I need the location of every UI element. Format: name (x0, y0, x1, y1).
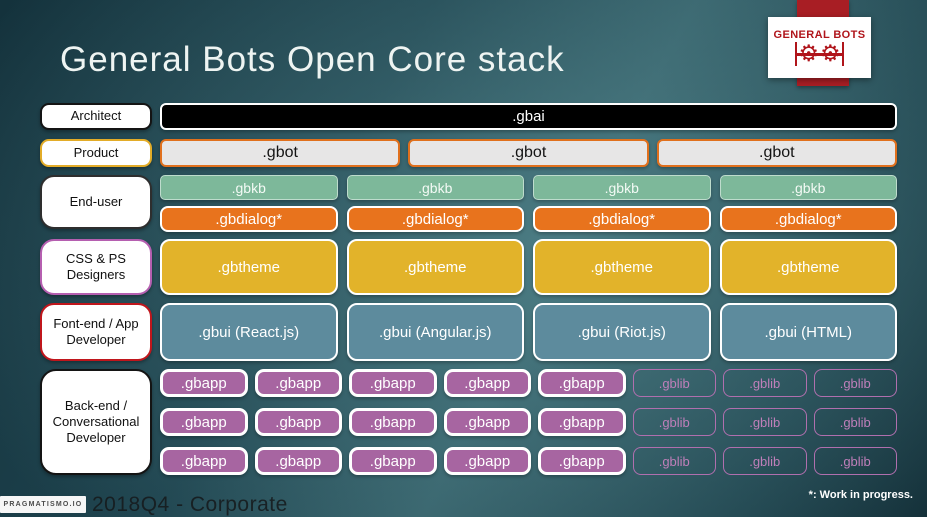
pragmatismo-logo: PRAGMATISMO.IO (0, 496, 86, 513)
stack-box-gbapp: .gbapp (254, 447, 342, 475)
footer-caption: 2018Q4 - Corporate (92, 493, 288, 516)
role-label-front-end: Font-end / App Developer (40, 303, 152, 361)
role-label-css-ps-designers: CSS & PS Designers (40, 239, 152, 295)
stack-box-gbot: .gbot (408, 139, 649, 167)
stack-row-gbapp-1: .gbapp .gbapp .gbapp .gbapp .gbapp .gblib .gbl… (160, 369, 897, 397)
role-label-product: Product (40, 139, 152, 167)
stack-box-gblib: .gblib (632, 369, 716, 397)
stack-box-gbkb: .gbkb (719, 175, 897, 200)
stack-box-gbtheme: .gbtheme (533, 239, 711, 295)
role-label-architect: Architect (40, 103, 152, 130)
stack-box-gbui: .gbui (Angular.js) (346, 303, 524, 361)
stack-row-gbui: .gbui (React.js) .gbui (Angular.js) .gbui … (160, 303, 897, 361)
stack-row-gbdialog: .gbdialog* .gbdialog* .gbdialog* .gbdialog* (160, 206, 897, 232)
stack-box-gbtheme: .gbtheme (160, 239, 338, 295)
stack-box-gbapp: .gbapp (349, 408, 437, 436)
stack-row-gbapp-2: .gbapp .gbapp .gbapp .gbapp .gbapp .gblib .gbl… (160, 408, 897, 436)
stack-box-gbdialog: .gbdialog* (719, 206, 897, 232)
gear-icon: ⚙ (820, 40, 841, 67)
stack-box-gbapp: .gbapp (349, 369, 437, 397)
stack-box-gbapp: .gbapp (538, 447, 626, 475)
stack-box-gblib: .gblib (723, 369, 807, 397)
stack-box-gbapp: .gbapp (254, 369, 342, 397)
stack-box-gbai: .gbai (160, 103, 897, 130)
pragmatismo-logo-text: PRAGMATISMO.IO (3, 501, 83, 508)
stack-row-gbkb: .gbkb .gbkb .gbkb .gbkb (160, 175, 897, 200)
stack-box-gblib: .gblib (723, 408, 807, 436)
stack-box-gblib: .gblib (632, 447, 716, 475)
stack-box-gbui: .gbui (HTML) (719, 303, 897, 361)
stack-box-gblib: .gblib (813, 369, 897, 397)
stack-box-gbui: .gbui (React.js) (160, 303, 338, 361)
stack-box-gbot: .gbot (656, 139, 897, 167)
stack-box-gbapp: .gbapp (160, 447, 248, 475)
stack-box-gbdialog: .gbdialog* (533, 206, 711, 232)
stack-box-gblib: .gblib (813, 408, 897, 436)
logo-wordmark: GENERAL BOTS (773, 29, 866, 41)
stack-box-gbapp: .gbapp (349, 447, 437, 475)
work-in-progress-note: *: Work in progress. (808, 489, 913, 501)
stack-row-gbot: .gbot .gbot .gbot (160, 139, 897, 167)
stack-rows: .gbai .gbot .gbot .gbot .gbkb .gbkb .gbkb .gbkb… (160, 103, 897, 475)
stack-box-gbapp: .gbapp (160, 369, 248, 397)
role-labels: Architect Product End-user CSS & PS Designe… (40, 103, 152, 475)
page-title: General Bots Open Core stack (60, 40, 565, 79)
stack-box-gblib: .gblib (723, 447, 807, 475)
stack-box-gblib: .gblib (632, 408, 716, 436)
gears-icon: ⚙ ⚙ (794, 40, 845, 67)
stack-box-gbkb: .gbkb (160, 175, 338, 200)
stack-diagram: Architect Product End-user CSS & PS Designe… (40, 103, 897, 475)
general-bots-logo: GENERAL BOTS ⚙ ⚙ (768, 17, 871, 78)
role-label-back-end: Back-end / Conversational Developer (40, 369, 152, 475)
stack-box-gbdialog: .gbdialog* (346, 206, 524, 232)
stack-box-gbapp: .gbapp (443, 369, 531, 397)
gear-bar-left (794, 42, 798, 66)
stack-box-gbapp: .gbapp (160, 408, 248, 436)
stack-box-gbapp: .gbapp (443, 408, 531, 436)
role-label-end-user: End-user (40, 175, 152, 229)
stack-box-gblib: .gblib (813, 447, 897, 475)
stack-row-gbai: .gbai (160, 103, 897, 130)
stack-box-gbtheme: .gbtheme (346, 239, 524, 295)
stack-box-gbkb: .gbkb (346, 175, 524, 200)
stack-box-gbapp: .gbapp (538, 369, 626, 397)
stack-box-gbot: .gbot (160, 139, 401, 167)
gear-bar-right (841, 42, 845, 66)
stack-box-gbapp: .gbapp (254, 408, 342, 436)
stack-box-gbapp: .gbapp (443, 447, 531, 475)
stack-box-gbapp: .gbapp (538, 408, 626, 436)
stack-box-gbtheme: .gbtheme (719, 239, 897, 295)
stack-row-gbtheme: .gbtheme .gbtheme .gbtheme .gbtheme (160, 239, 897, 295)
slide-background: General Bots Open Core stack GENERAL BOT… (0, 0, 927, 517)
gear-icon: ⚙ (798, 40, 819, 67)
stack-row-gbapp-3: .gbapp .gbapp .gbapp .gbapp .gbapp .gblib .gbl… (160, 447, 897, 475)
stack-box-gbdialog: .gbdialog* (160, 206, 338, 232)
stack-box-gbui: .gbui (Riot.js) (533, 303, 711, 361)
stack-box-gbkb: .gbkb (533, 175, 711, 200)
